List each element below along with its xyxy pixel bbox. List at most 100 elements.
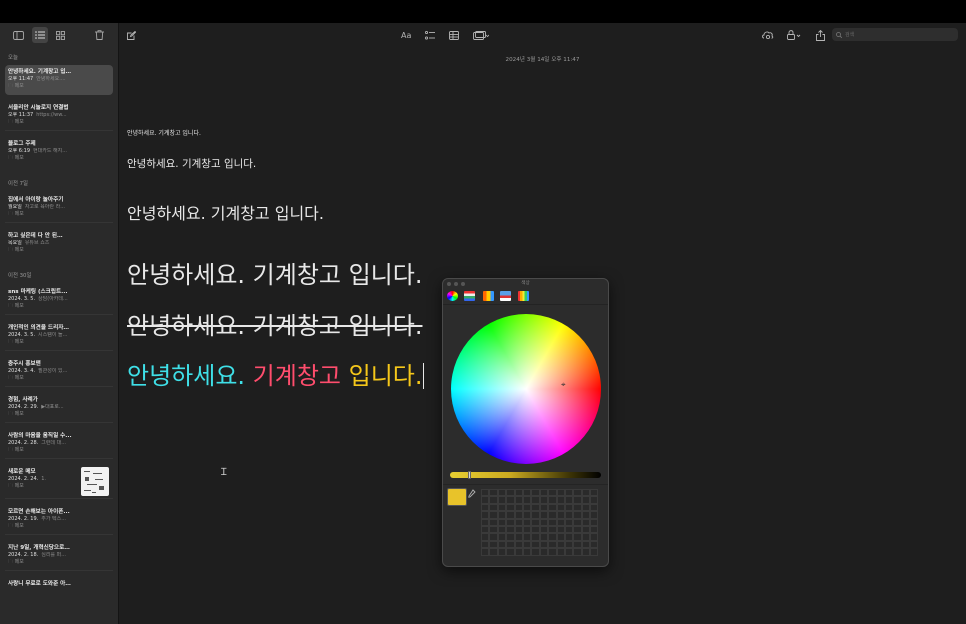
list-view-icon[interactable] bbox=[32, 27, 48, 43]
empty-swatch-slot[interactable] bbox=[531, 489, 540, 497]
empty-swatch-slot[interactable] bbox=[522, 496, 532, 504]
empty-swatch-slot[interactable] bbox=[522, 511, 532, 519]
empty-swatch-slot[interactable] bbox=[581, 533, 591, 541]
empty-swatch-slot[interactable] bbox=[489, 548, 498, 556]
empty-swatch-slot[interactable] bbox=[497, 503, 507, 512]
sliders-icon[interactable] bbox=[464, 291, 475, 301]
empty-swatch-slot[interactable] bbox=[481, 548, 490, 556]
empty-swatch-slot[interactable] bbox=[489, 540, 498, 549]
empty-swatch-slot[interactable] bbox=[497, 540, 507, 549]
pencils-icon[interactable] bbox=[518, 291, 529, 301]
empty-swatch-slot[interactable] bbox=[489, 511, 498, 519]
empty-swatch-slot[interactable] bbox=[489, 518, 498, 526]
empty-swatch-slot[interactable] bbox=[506, 496, 515, 504]
empty-swatch-slot[interactable] bbox=[481, 540, 490, 549]
slider-handle[interactable] bbox=[467, 471, 471, 479]
empty-swatch-slot[interactable] bbox=[506, 533, 515, 541]
empty-swatch-slot[interactable] bbox=[581, 518, 591, 526]
empty-swatch-slot[interactable] bbox=[581, 540, 591, 549]
empty-swatch-slot[interactable] bbox=[514, 548, 523, 556]
brightness-slider[interactable] bbox=[450, 471, 601, 479]
list-item[interactable]: 블로그 주제 오후 6:19 현대카드 해지... 🗀 메모 bbox=[5, 137, 113, 167]
note-line[interactable]: 안녕하세요. 기계창고 입니다. bbox=[127, 156, 256, 171]
empty-swatch-slot[interactable] bbox=[556, 503, 565, 512]
empty-swatch-slot[interactable] bbox=[556, 518, 565, 526]
empty-swatch-slot[interactable] bbox=[590, 511, 599, 519]
empty-swatch-slot[interactable] bbox=[514, 540, 523, 549]
empty-swatch-slot[interactable] bbox=[506, 518, 515, 526]
empty-swatch-slot[interactable] bbox=[489, 525, 498, 534]
search-input[interactable]: 검색 bbox=[832, 28, 958, 41]
checklist-icon[interactable] bbox=[425, 28, 435, 42]
empty-swatch-slot[interactable] bbox=[590, 533, 599, 541]
empty-swatch-slot[interactable] bbox=[581, 511, 591, 519]
gallery-view-icon[interactable] bbox=[52, 23, 68, 47]
empty-swatch-slot[interactable] bbox=[573, 511, 582, 519]
empty-swatch-slot[interactable] bbox=[590, 489, 599, 497]
empty-swatch-slot[interactable] bbox=[539, 511, 549, 519]
empty-swatch-slot[interactable] bbox=[564, 489, 574, 497]
empty-swatch-slot[interactable] bbox=[590, 503, 599, 512]
empty-swatch-slot[interactable] bbox=[548, 533, 557, 541]
empty-swatch-slot[interactable] bbox=[539, 518, 549, 526]
empty-swatch-slot[interactable] bbox=[539, 540, 549, 549]
empty-swatch-slot[interactable] bbox=[581, 489, 591, 497]
empty-swatch-slot[interactable] bbox=[522, 548, 532, 556]
list-item[interactable]: 안녕하세요. 기계창고 입… 오후 11:47 안녕하세요.... 🗀 메모 bbox=[5, 65, 113, 95]
empty-swatch-slot[interactable] bbox=[522, 518, 532, 526]
empty-swatch-slot[interactable] bbox=[539, 525, 549, 534]
empty-swatch-slot[interactable] bbox=[531, 511, 540, 519]
share-icon[interactable] bbox=[816, 28, 825, 42]
empty-swatch-slot[interactable] bbox=[489, 503, 498, 512]
empty-swatch-slot[interactable] bbox=[548, 496, 557, 504]
empty-swatch-slot[interactable] bbox=[531, 540, 540, 549]
list-item[interactable]: 개인적인 의견을 드리자… 2024. 3. 5. 시스템이 돌... 🗀 메모 bbox=[5, 321, 113, 351]
empty-swatch-slot[interactable] bbox=[481, 518, 490, 526]
list-item[interactable]: 서울리안 시놀로지 연결법 오후 11:37 https://ww... 🗀 메모 bbox=[5, 101, 113, 131]
empty-swatch-slot[interactable] bbox=[581, 496, 591, 504]
empty-swatch-slot[interactable] bbox=[539, 533, 549, 541]
format-button[interactable]: Aa bbox=[401, 28, 411, 42]
list-item[interactable]: 충주시 홍보맨 2024. 3. 4. 필관성이 있... 🗀 메모 bbox=[5, 357, 113, 387]
empty-swatch-slot[interactable] bbox=[522, 489, 532, 497]
empty-swatch-slot[interactable] bbox=[539, 489, 549, 497]
color-wheel-icon[interactable] bbox=[447, 291, 458, 301]
table-icon[interactable] bbox=[449, 28, 459, 42]
empty-swatch-slot[interactable] bbox=[539, 548, 549, 556]
empty-swatch-slot[interactable] bbox=[548, 548, 557, 556]
empty-swatch-slot[interactable] bbox=[581, 503, 591, 512]
list-item[interactable]: 사랑니 무료로 도와준 아… bbox=[5, 577, 113, 607]
empty-swatch-slot[interactable] bbox=[564, 511, 574, 519]
empty-swatch-slot[interactable] bbox=[531, 496, 540, 504]
empty-swatch-slot[interactable] bbox=[531, 548, 540, 556]
colors-titlebar[interactable]: 색상 bbox=[443, 279, 608, 288]
empty-swatch-slot[interactable] bbox=[514, 503, 523, 512]
trash-icon[interactable] bbox=[91, 23, 107, 47]
eyedropper-icon[interactable] bbox=[468, 489, 476, 500]
image-palettes-icon[interactable] bbox=[500, 291, 511, 301]
empty-swatch-slot[interactable] bbox=[522, 540, 532, 549]
empty-swatch-slot[interactable] bbox=[556, 511, 565, 519]
empty-swatch-slot[interactable] bbox=[497, 548, 507, 556]
empty-swatch-slot[interactable] bbox=[489, 489, 498, 497]
empty-swatch-slot[interactable] bbox=[548, 503, 557, 512]
empty-swatch-slot[interactable] bbox=[481, 503, 490, 512]
empty-swatch-slot[interactable] bbox=[514, 511, 523, 519]
empty-swatch-slot[interactable] bbox=[514, 496, 523, 504]
empty-swatch-slot[interactable] bbox=[481, 489, 490, 497]
empty-swatch-slot[interactable] bbox=[556, 525, 565, 534]
note-line[interactable]: 안녕하세요. 기계창고 입니다. bbox=[127, 200, 324, 224]
empty-swatch-slot[interactable] bbox=[539, 496, 549, 504]
empty-swatch-slot[interactable] bbox=[506, 489, 515, 497]
empty-swatch-slot[interactable] bbox=[548, 511, 557, 519]
empty-swatch-slot[interactable] bbox=[556, 533, 565, 541]
list-item[interactable]: 하고 싶은데 다 안 된… 목요일 유튜브 쇼츠 🗀 메모 bbox=[5, 229, 113, 259]
empty-swatch-slot[interactable] bbox=[481, 533, 490, 541]
empty-swatch-slot[interactable] bbox=[481, 496, 490, 504]
empty-swatch-slot[interactable] bbox=[531, 533, 540, 541]
empty-swatch-slot[interactable] bbox=[564, 533, 574, 541]
empty-swatch-slot[interactable] bbox=[497, 533, 507, 541]
empty-swatch-slot[interactable] bbox=[531, 503, 540, 512]
empty-swatch-slot[interactable] bbox=[573, 525, 582, 534]
empty-swatch-slot[interactable] bbox=[506, 540, 515, 549]
